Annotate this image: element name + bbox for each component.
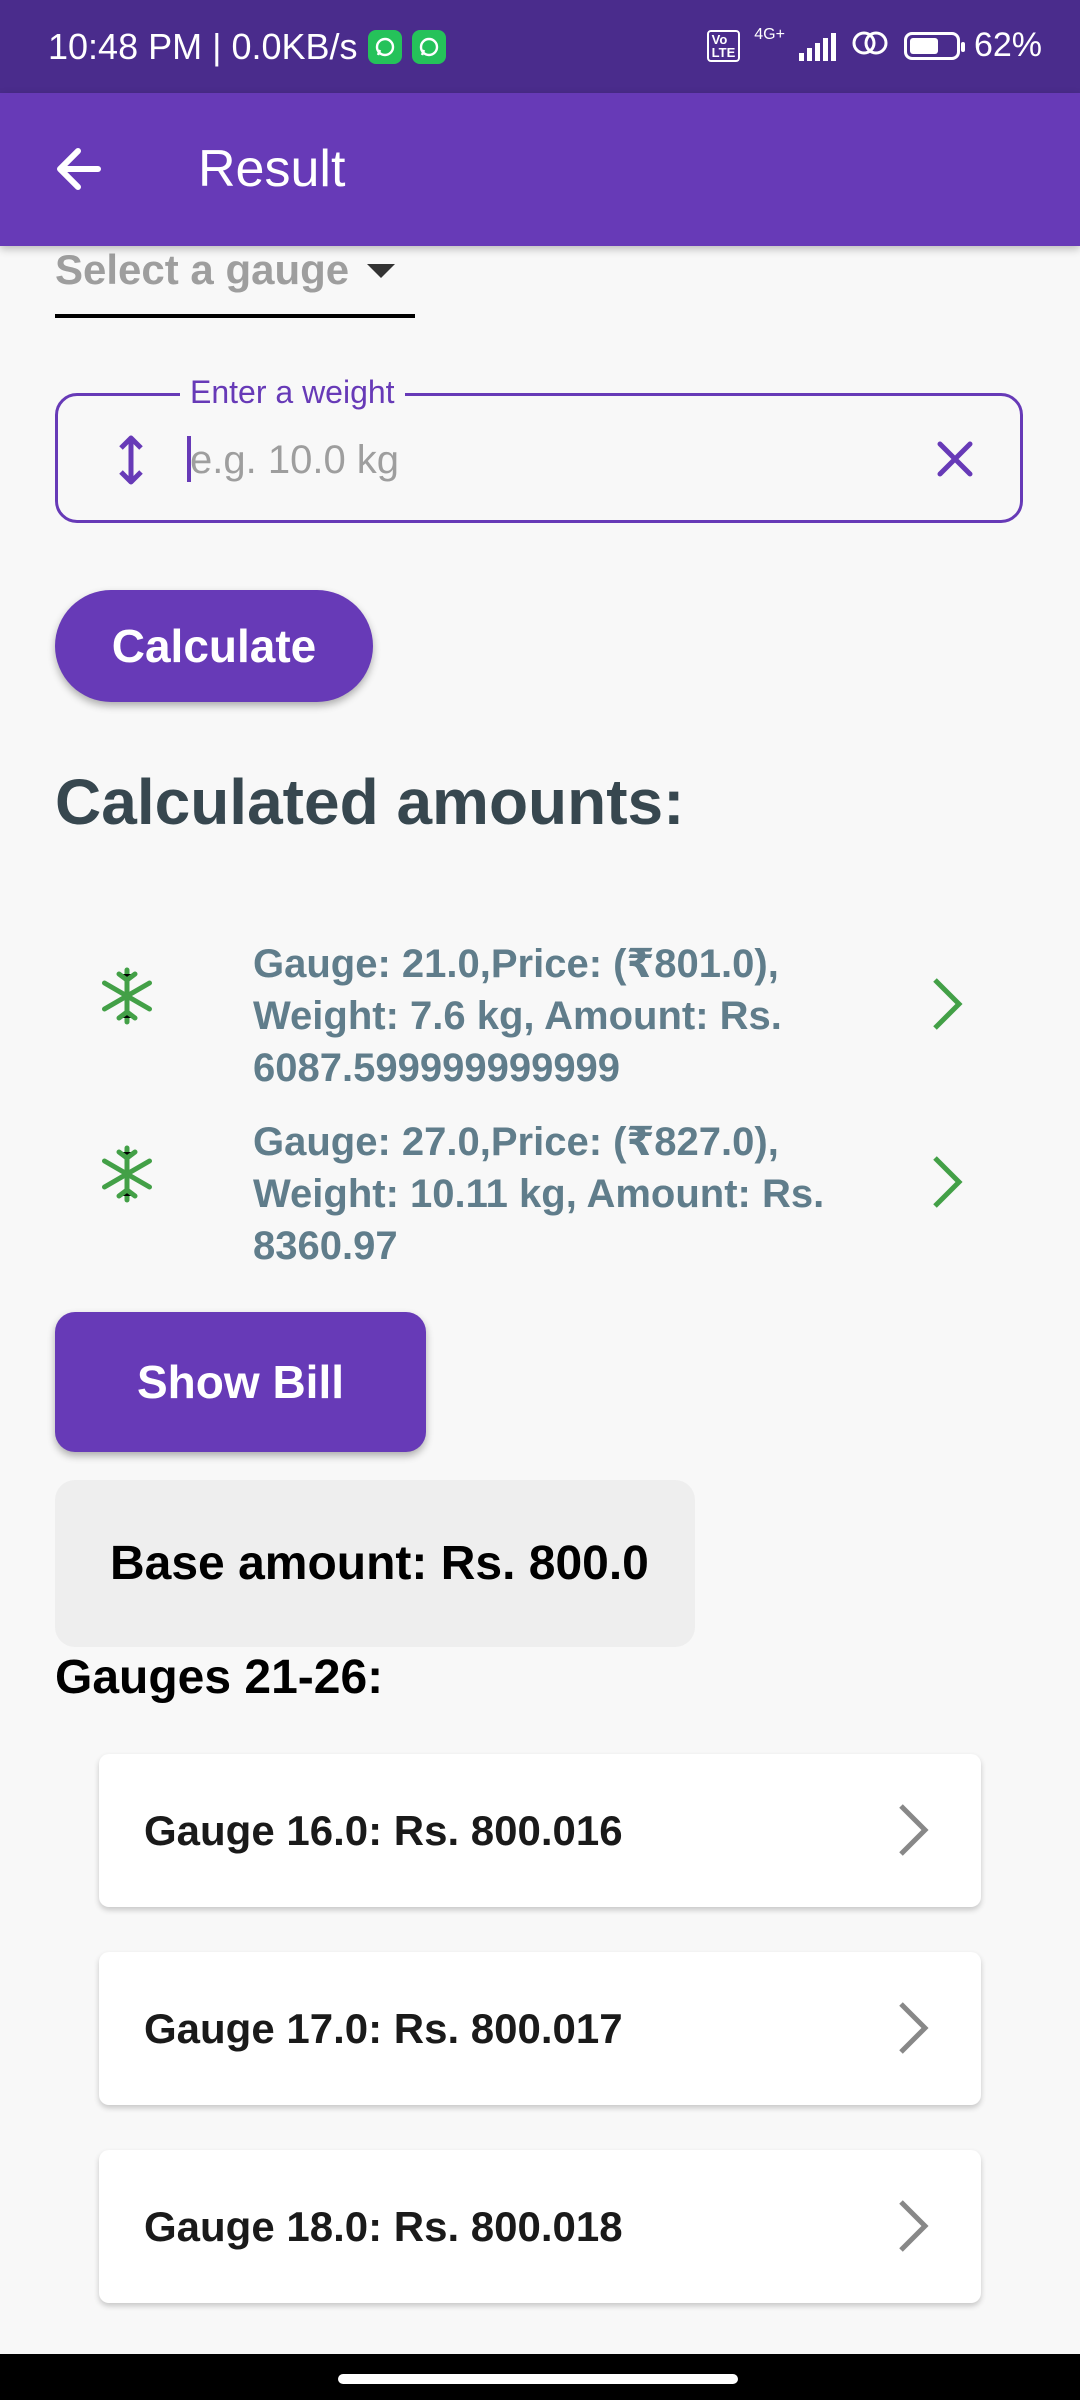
result-text: Gauge: 27.0,Price: (₹827.0), Weight: 10.… <box>253 1120 825 1268</box>
volte-icon: Vo LTE <box>706 29 741 62</box>
gauge-card[interactable]: Gauge 18.0: Rs. 800.018 <box>99 2150 981 2303</box>
battery-icon <box>903 31 965 60</box>
arrow-left-icon[interactable] <box>48 137 112 201</box>
close-icon[interactable] <box>928 432 982 486</box>
gauge-card-label: Gauge 18.0: Rs. 800.018 <box>144 2203 623 2250</box>
vertical-arrows-icon <box>106 432 156 488</box>
system-nav-bar <box>0 2354 1080 2400</box>
hotspot-link-icon <box>850 28 890 63</box>
page-title: Result <box>198 140 346 198</box>
home-gesture-handle[interactable] <box>338 2374 738 2384</box>
snowflake-icon <box>97 966 157 1026</box>
gauge-dropdown-label: Select a gauge <box>55 246 350 293</box>
chevron-right-icon <box>893 1998 933 2058</box>
result-item[interactable]: Gauge: 21.0,Price: (₹801.0), Weight: 7.6… <box>55 930 1045 1100</box>
weight-input[interactable] <box>188 424 952 496</box>
chevron-right-icon <box>925 974 969 1034</box>
network-type: 4G+ <box>754 26 785 43</box>
status-time: 10:48 PM | 0.0KB/s <box>48 26 358 67</box>
gauge-dropdown[interactable]: Select a gauge <box>55 238 415 318</box>
calculate-button[interactable]: Calculate <box>55 590 373 702</box>
whatsapp-business-icon <box>411 30 446 64</box>
weight-field-label: Enter a weight <box>180 374 405 411</box>
show-bill-button[interactable]: Show Bill <box>55 1312 426 1452</box>
whatsapp-icon <box>367 30 402 64</box>
chevron-right-icon <box>893 1800 933 1860</box>
gauge-card-label: Gauge 16.0: Rs. 800.016 <box>144 1807 623 1854</box>
calculated-amounts-heading: Calculated amounts: <box>55 766 685 838</box>
chevron-right-icon <box>925 1152 969 1212</box>
battery-percent: 62% <box>973 26 1042 64</box>
chevron-right-icon <box>893 2196 933 2256</box>
gauge-card-label: Gauge 17.0: Rs. 800.017 <box>144 2005 623 2052</box>
gauges-heading: Gauges 21-26: <box>55 1651 384 1704</box>
gauge-card[interactable]: Gauge 17.0: Rs. 800.017 <box>99 1952 981 2105</box>
base-amount-card: Base amount: Rs. 800.0 <box>55 1480 695 1647</box>
weight-field[interactable]: Enter a weight <box>55 374 1023 523</box>
snowflake-icon <box>97 1144 157 1204</box>
result-item[interactable]: Gauge: 27.0,Price: (₹827.0), Weight: 10.… <box>55 1108 1045 1278</box>
status-bar: 10:48 PM | 0.0KB/s Vo LTE 4G+ 62% <box>0 0 1080 93</box>
caret-down-icon <box>367 264 395 278</box>
base-amount-text: Base amount: Rs. 800.0 <box>110 1537 649 1590</box>
gauge-card[interactable]: Gauge 16.0: Rs. 800.016 <box>99 1754 981 1907</box>
app-bar: Result <box>0 93 1080 246</box>
signal-icon <box>798 31 836 61</box>
result-text: Gauge: 21.0,Price: (₹801.0), Weight: 7.6… <box>253 942 782 1090</box>
